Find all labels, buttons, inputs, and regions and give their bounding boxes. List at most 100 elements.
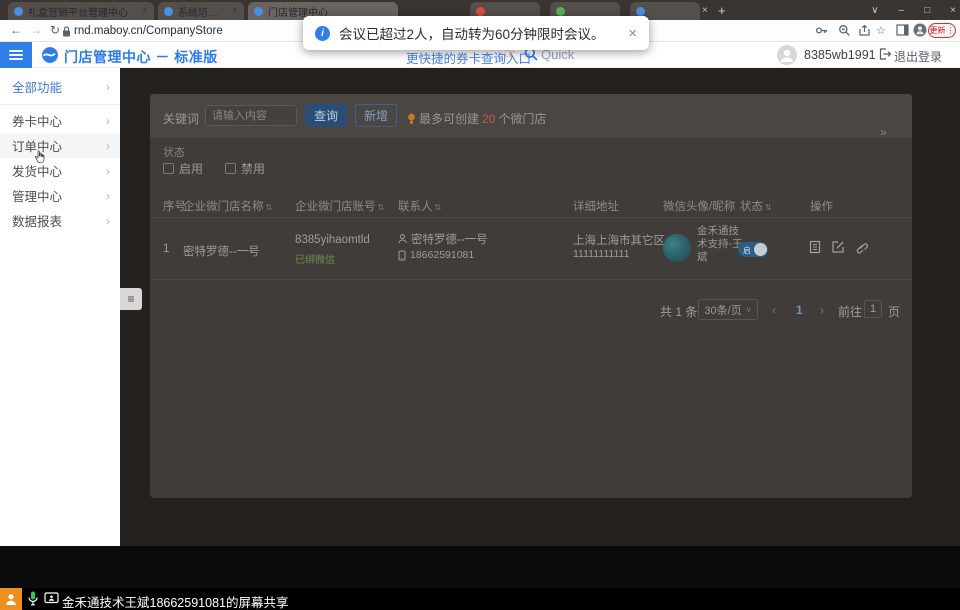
status-filter-label: 状态 xyxy=(163,144,185,160)
collapse-icon[interactable]: » xyxy=(880,125,887,139)
wechat-nickname: 金禾通技术支持-王斌 xyxy=(697,225,743,264)
link-icon[interactable] xyxy=(854,240,868,254)
store-account: 8385yihaomtld xyxy=(295,234,370,246)
table-header: 序号 企业微门店名称⇅ 企业微门店账号⇅ 联系人⇅ 详细地址 微信头像/昵称 状… xyxy=(150,190,912,218)
browser-menu-caret-icon[interactable]: ∨ xyxy=(871,5,878,16)
browser-tab-2[interactable]: 系统培训学习 × xyxy=(158,2,244,20)
store-list-panel: 关键词 查询 新增 最多可创建 20 个微门店 » 状态 xyxy=(150,94,912,498)
current-page[interactable]: 1 xyxy=(796,303,803,317)
next-page-button[interactable]: › xyxy=(820,303,824,317)
mouse-cursor-icon xyxy=(34,150,46,164)
tab-favicon xyxy=(636,7,645,16)
col-actions: 操作 xyxy=(810,198,833,214)
zoom-icon[interactable] xyxy=(838,24,851,37)
chevron-right-icon: › xyxy=(106,214,110,228)
goto-page-input[interactable] xyxy=(864,300,882,318)
checkbox-enabled[interactable]: 启用 xyxy=(163,160,203,177)
logout-button[interactable]: 退出登录 xyxy=(894,48,942,65)
wechat-avatar xyxy=(663,234,691,262)
screen-share-icon xyxy=(44,592,59,605)
sidebar-item-data-reports[interactable]: 数据报表 › xyxy=(0,208,120,233)
toast-message: 会议已超过2人，自动转为60分钟限时会议。 xyxy=(339,23,619,43)
chrome-update-button[interactable]: 更新 ⋮ xyxy=(928,23,956,38)
browser-window: 礼盒营销平台管理中心 × 系统培训学习 × 门店管理中心 xyxy=(0,0,960,546)
sidebar-item-coupon-center[interactable]: 券卡中心 › xyxy=(0,108,120,133)
address-line1: 上海上海市其它区 xyxy=(573,232,665,248)
sort-icon: ⇅ xyxy=(765,203,772,212)
maximize-icon[interactable]: □ xyxy=(924,5,930,16)
status-toggle-on[interactable]: 启 xyxy=(738,242,768,257)
tab-close-icon[interactable]: × xyxy=(702,5,708,16)
web-app: 门店管理中心 － 标准版 更快捷的券卡查询入口 ☞ Quick 8385wb19… xyxy=(0,42,960,546)
keyword-label: 关键词 xyxy=(163,110,199,127)
close-window-icon[interactable]: × xyxy=(950,5,956,16)
app-logo-icon xyxy=(41,46,59,64)
contact-name: 密特罗德--一号 xyxy=(398,231,488,247)
logout-icon[interactable] xyxy=(879,48,891,60)
side-panel-icon[interactable] xyxy=(896,24,909,36)
col-store-account[interactable]: 企业微门店账号⇅ xyxy=(295,198,384,214)
checkbox-disabled[interactable]: 禁用 xyxy=(225,160,265,177)
edit-icon[interactable] xyxy=(831,240,845,254)
more-icon: ⋮ xyxy=(947,26,955,35)
username-label[interactable]: 8385wb1991 xyxy=(804,48,876,62)
total-count-label: 共 1 条 xyxy=(660,303,697,320)
detail-document-icon[interactable] xyxy=(808,240,822,254)
col-store-name[interactable]: 企业微门店名称⇅ xyxy=(183,198,272,214)
window-controls: ∨ – □ × xyxy=(871,0,956,20)
microphone-icon xyxy=(28,591,38,606)
browser-tab-1[interactable]: 礼盒营销平台管理中心 × xyxy=(8,2,154,20)
back-icon[interactable]: ← xyxy=(10,23,22,37)
tab-favicon xyxy=(164,7,173,16)
tab-close-icon[interactable]: × xyxy=(142,6,148,16)
col-contact[interactable]: 联系人⇅ xyxy=(398,198,441,214)
col-status[interactable]: 状态⇅ xyxy=(740,198,772,214)
sidebar-item-order-center[interactable]: 订单中心 › xyxy=(0,133,120,158)
sort-icon: ⇅ xyxy=(435,203,442,212)
checkbox-box xyxy=(225,163,236,174)
hamburger-menu-button[interactable] xyxy=(0,42,32,68)
screen: 礼盒营销平台管理中心 × 系统培训学习 × 门店管理中心 xyxy=(0,0,960,610)
bookmark-star-icon[interactable]: ☆ xyxy=(876,24,886,37)
reload-icon[interactable]: ↻ xyxy=(50,23,60,37)
page-size-select[interactable]: 30条/页 ∨ xyxy=(698,299,758,320)
lock-icon xyxy=(62,26,71,37)
col-avatar-nickname: 微信头像/昵称 xyxy=(663,198,735,214)
forward-icon[interactable]: → xyxy=(30,23,42,37)
search-button[interactable]: 查询 xyxy=(305,104,347,127)
store-limit-tip: 最多可创建 20 个微门店 xyxy=(407,110,546,127)
sidebar-item-shipping-center[interactable]: 发货中心 › xyxy=(0,158,120,183)
checkbox-box xyxy=(163,163,174,174)
toast-close-icon[interactable]: × xyxy=(628,25,637,42)
chevron-right-icon: › xyxy=(106,164,110,178)
minimize-icon[interactable]: – xyxy=(899,5,905,16)
toggle-knob xyxy=(754,243,767,256)
pagination: 共 1 条 30条/页 ∨ ‹ 1 › 前往 页 xyxy=(150,298,912,322)
page-title: 门店管理中心 － 标准版 xyxy=(64,47,218,67)
drawer-handle[interactable]: ≡ xyxy=(120,288,142,310)
info-icon: i xyxy=(315,26,330,41)
add-store-button[interactable]: 新增 xyxy=(355,104,397,127)
chevron-right-icon: › xyxy=(106,189,110,203)
sidebar-item-management-center[interactable]: 管理中心 › xyxy=(0,183,120,208)
row-index: 1 xyxy=(163,243,169,255)
profile-avatar-icon[interactable] xyxy=(913,23,927,37)
table-row: 1 密特罗德--一号 8385yihaomtld 已绑微信 密特罗德--一号 xyxy=(150,218,912,280)
wechat-bound-badge: 已绑微信 xyxy=(295,251,335,266)
keyword-input[interactable] xyxy=(205,105,297,126)
url-text[interactable]: rnd.maboy.cn/CompanyStore xyxy=(74,25,223,37)
new-tab-button[interactable]: + xyxy=(718,3,726,18)
prev-page-button[interactable]: ‹ xyxy=(772,303,776,317)
meeting-toast: i 会议已超过2人，自动转为60分钟限时会议。 × xyxy=(303,16,649,50)
store-limit-count: 20 xyxy=(482,112,495,126)
presenter-avatar-icon xyxy=(0,588,22,610)
share-icon[interactable] xyxy=(858,24,871,37)
key-icon[interactable] xyxy=(815,24,828,37)
screen-share-bar: 金禾通技术王斌18662591081的屏幕共享 xyxy=(0,588,960,610)
tab-close-icon[interactable]: × xyxy=(232,6,238,16)
user-avatar[interactable] xyxy=(777,45,797,65)
sidebar-item-all-functions[interactable]: 全部功能 › xyxy=(0,74,120,99)
chevron-right-icon: › xyxy=(106,80,110,94)
menu-icon: ≡ xyxy=(127,292,134,306)
tab-favicon xyxy=(14,7,23,16)
